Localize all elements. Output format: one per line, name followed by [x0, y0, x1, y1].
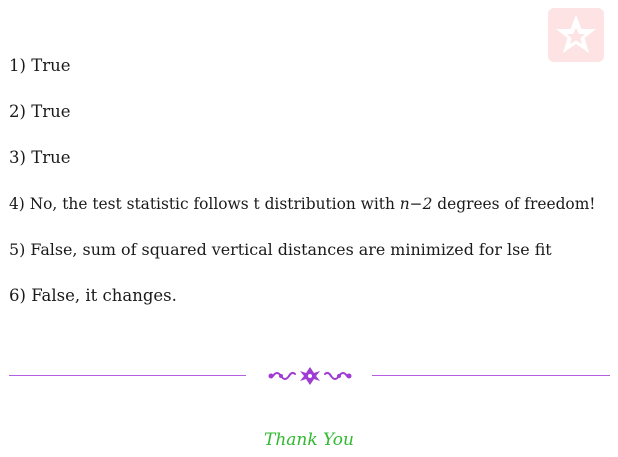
decorative-divider — [9, 364, 610, 388]
answer-number: 2) — [9, 102, 26, 121]
answer-number: 1) — [9, 56, 26, 75]
answer-item-4: 4) No, the test statistic follows t dist… — [9, 192, 595, 238]
answer-number: 3) — [9, 148, 26, 167]
divider-rule-left — [9, 375, 246, 376]
math-expression: n−2 — [399, 195, 433, 213]
answer-text: True — [31, 102, 71, 121]
answer-number: 6) — [9, 286, 26, 305]
answer-text: False, sum of squared vertical distances… — [30, 240, 552, 259]
floral-ornament-icon — [266, 364, 354, 392]
answer-list: 1) True 2) True 3) True 4) No, the test … — [9, 54, 595, 330]
answer-text: No, the test statistic follows t distrib… — [29, 195, 395, 213]
answer-item-6: 6) False, it changes. — [9, 284, 595, 330]
answer-text: True — [31, 148, 71, 167]
answer-item-5: 5) False, sum of squared vertical distan… — [9, 238, 595, 284]
answer-item-2: 2) True — [9, 100, 595, 146]
answer-number: 5) — [9, 240, 26, 259]
answer-text: degrees of freedom! — [437, 195, 596, 213]
answer-text: True — [31, 56, 71, 75]
divider-rule-right — [372, 375, 610, 376]
answer-number: 4) — [9, 195, 25, 213]
answer-item-1: 1) True — [9, 54, 595, 100]
closing-text: Thank You — [263, 430, 354, 450]
answer-text: False, it changes. — [31, 286, 177, 305]
answer-item-3: 3) True — [9, 146, 595, 192]
